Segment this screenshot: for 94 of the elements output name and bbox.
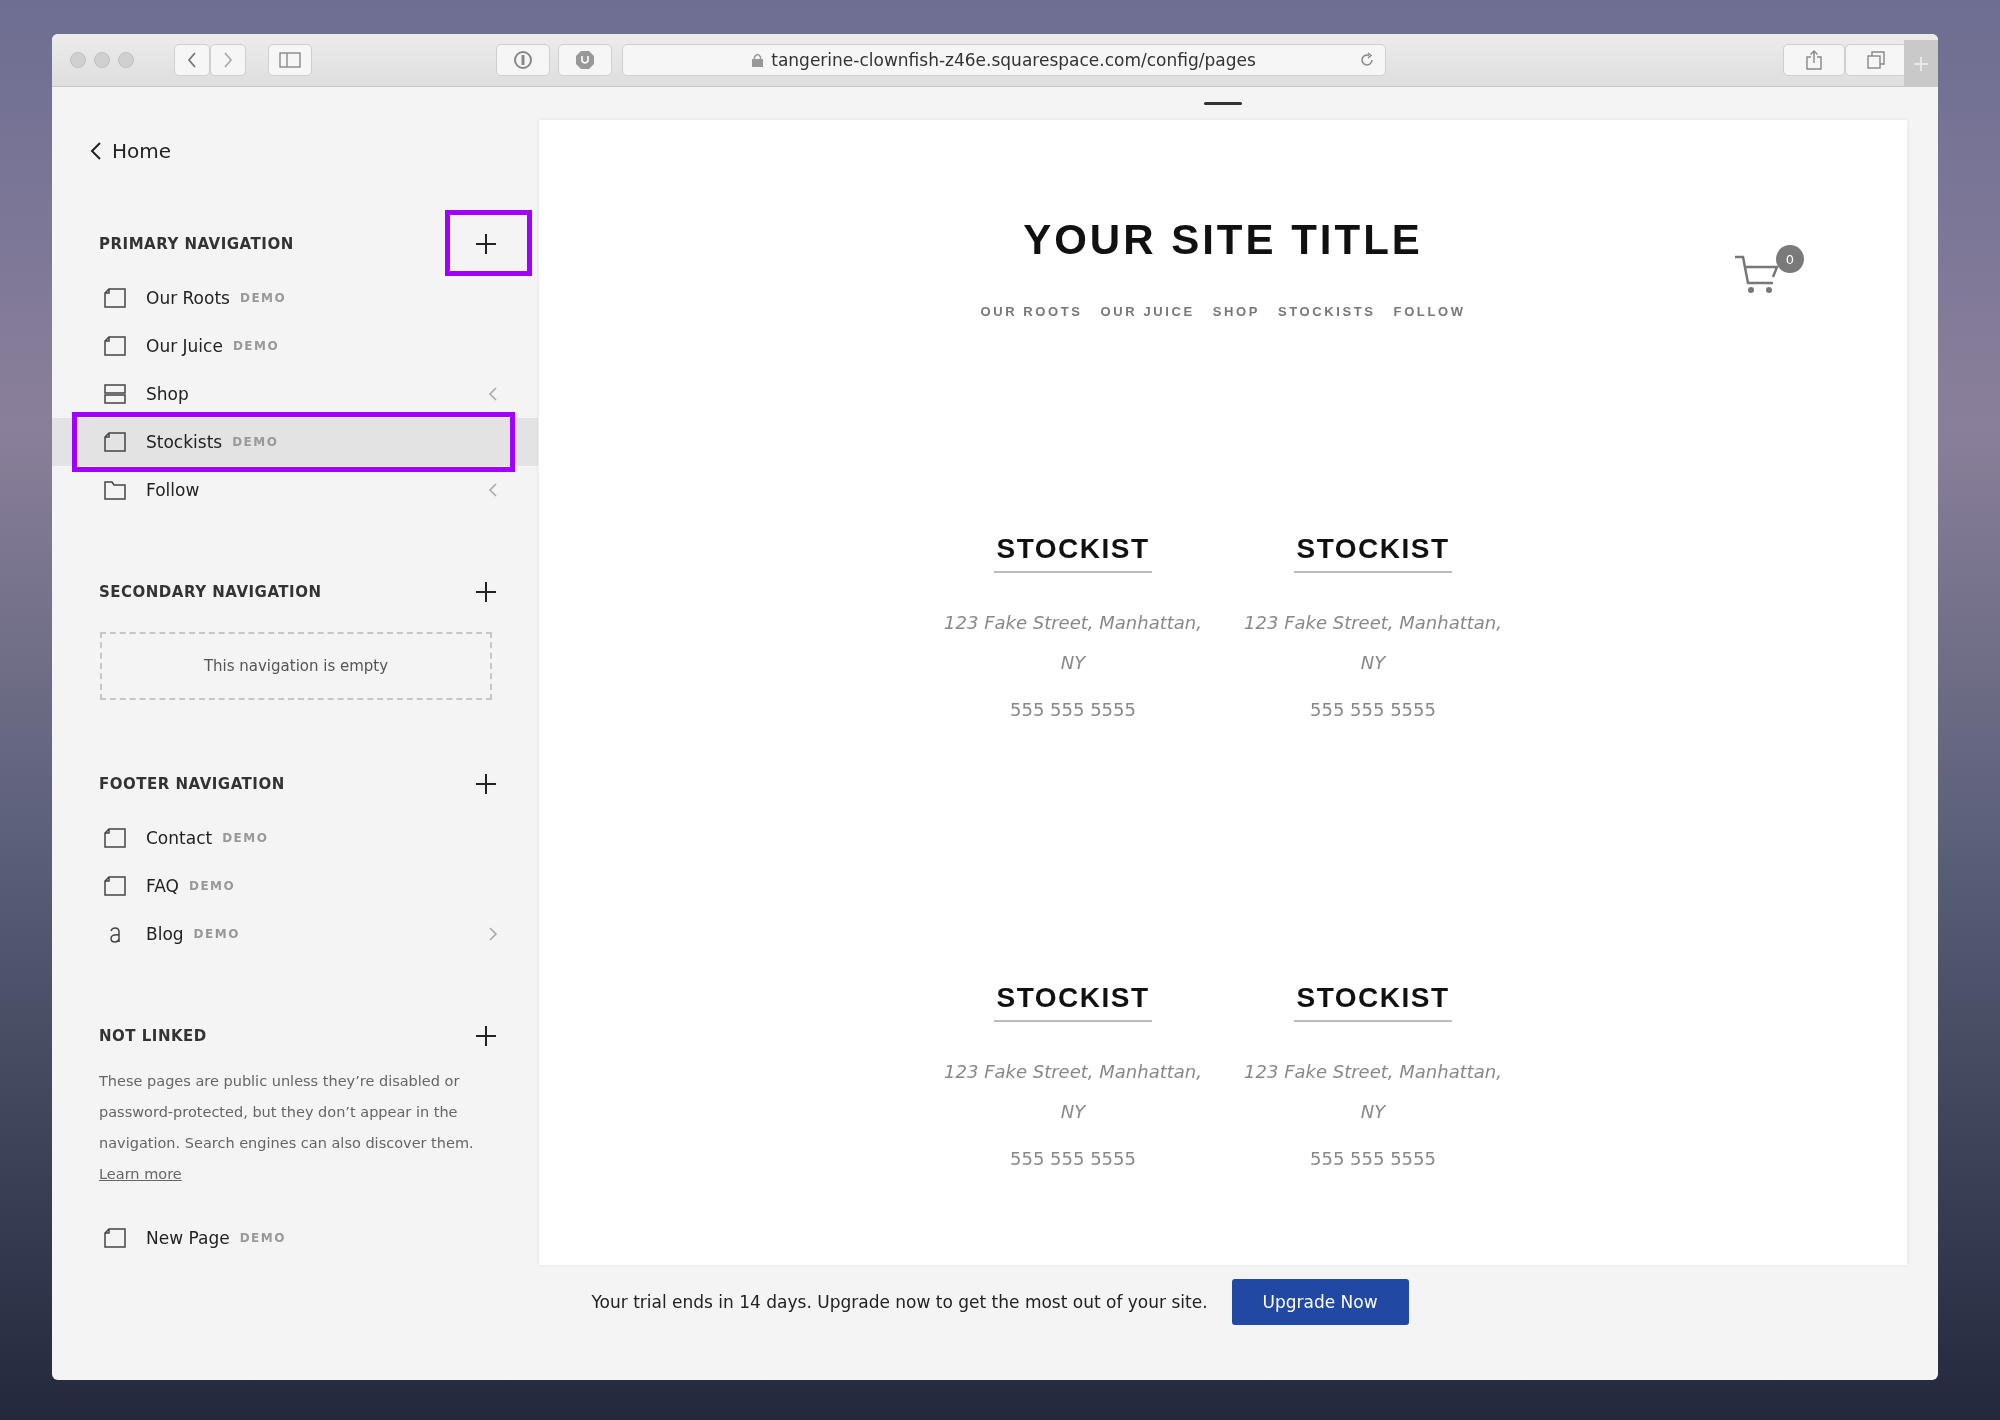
new-tab-button[interactable]	[1904, 40, 1938, 87]
demo-label: DEMO	[222, 831, 269, 845]
folder-icon	[104, 480, 126, 500]
site-nav-link[interactable]: STOCKISTS	[1278, 304, 1376, 319]
stacked-rows-icon	[104, 384, 126, 404]
demo-label: DEMO	[188, 879, 236, 893]
url-text: tangerine-clownfish-z46e.squarespace.com/config/pages	[771, 50, 1256, 70]
stockist-heading: STOCKIST	[1294, 982, 1452, 1022]
page-title: Contact	[146, 828, 213, 848]
plus-icon	[1913, 55, 1929, 72]
forward-button[interactable]	[210, 44, 246, 76]
page-icon	[104, 288, 126, 308]
stockist-phone: 555 555 5555	[1310, 699, 1436, 720]
page-title: Blog	[146, 924, 184, 944]
section-heading: FOOTER NAVIGATION	[99, 775, 285, 793]
plus-icon	[475, 233, 497, 255]
address-bar[interactable]: tangerine-clownfish-z46e.squarespace.com/config/pages	[622, 44, 1386, 76]
cart-count-badge: 0	[1776, 245, 1804, 273]
page-title: Follow	[146, 480, 200, 500]
demo-label: DEMO	[239, 1231, 286, 1245]
plus-icon	[475, 773, 497, 795]
sidebar-toggle-button[interactable]	[268, 44, 312, 76]
extension-button[interactable]	[496, 44, 550, 76]
stockist-phone: 555 555 5555	[1010, 1148, 1136, 1169]
page-title: New Page	[146, 1228, 230, 1248]
page-icon	[104, 828, 126, 848]
site-title: YOUR SITE TITLE	[1023, 215, 1423, 265]
section-heading: NOT LINKED	[99, 1027, 207, 1045]
page-list-item[interactable]: Shop	[52, 370, 538, 418]
section-heading: PRIMARY NAVIGATION	[99, 235, 294, 253]
tabs-icon	[1867, 51, 1885, 69]
tabs-overview-button[interactable]	[1845, 44, 1907, 76]
page-title: Our Roots	[146, 288, 230, 308]
chevron-right-icon	[224, 52, 233, 68]
reload-icon[interactable]	[1359, 52, 1375, 68]
close-button[interactable]	[70, 52, 86, 68]
circle-bar-icon	[513, 50, 533, 70]
page-list-item[interactable]: Follow	[52, 466, 538, 514]
stockist-address: 123 Fake Street, Manhattan, NY	[944, 1060, 1202, 1124]
back-link[interactable]: Home	[90, 136, 172, 166]
site-nav-link[interactable]: SHOP	[1212, 304, 1261, 319]
site-nav-link[interactable]: FOLLOW	[1393, 304, 1466, 319]
stockist-address: 123 Fake Street, Manhattan, NY	[944, 611, 1202, 675]
empty-message: This navigation is empty	[203, 657, 389, 675]
page-icon	[104, 432, 126, 452]
upgrade-button[interactable]: Upgrade Now	[1231, 1279, 1409, 1325]
extension-button[interactable]	[558, 44, 612, 76]
learn-more-link[interactable]: Learn more	[99, 1159, 182, 1190]
site-nav-link[interactable]: OUR JUICE	[1100, 304, 1195, 319]
octagon-u-icon	[575, 50, 595, 70]
demo-label: DEMO	[193, 927, 240, 941]
page-list-item[interactable]: Our Roots DEMO	[52, 274, 538, 322]
chevron-left-icon[interactable]	[488, 483, 498, 497]
chevron-left-icon[interactable]	[488, 387, 498, 401]
sidebar-icon	[279, 52, 301, 68]
stockist-address: 123 Fake Street, Manhattan, NY	[1244, 1060, 1502, 1124]
lock-icon	[752, 53, 764, 67]
page-list-item[interactable]: FAQ DEMO	[52, 862, 538, 910]
stockist-phone: 555 555 5555	[1310, 1148, 1436, 1169]
page-list-item[interactable]: Blog DEMO	[52, 910, 538, 958]
stockist-address: 123 Fake Street, Manhattan, NY	[1244, 611, 1502, 675]
demo-label: DEMO	[232, 339, 280, 353]
plus-icon	[475, 1025, 497, 1047]
page-list-item[interactable]: Our Juice DEMO	[52, 322, 538, 370]
plus-icon	[475, 581, 497, 603]
minimize-button[interactable]	[94, 52, 110, 68]
trial-message: Your trial ends in 14 days. Upgrade now to get the most out of your site.	[591, 1291, 1208, 1314]
drag-handle[interactable]	[1203, 102, 1242, 105]
page-icon	[104, 1228, 126, 1248]
back-button[interactable]	[174, 44, 210, 76]
stockist-heading: STOCKIST	[1294, 533, 1452, 573]
page-icon	[104, 336, 126, 356]
zoom-button[interactable]	[118, 52, 134, 68]
page-title: Our Juice	[146, 336, 223, 356]
demo-label: DEMO	[232, 435, 279, 449]
page-title: Shop	[146, 384, 189, 404]
chevron-left-icon	[90, 141, 102, 161]
site-nav-link[interactable]: OUR ROOTS	[980, 304, 1083, 319]
page-list-item[interactable]: Stockists DEMO	[52, 418, 538, 466]
section-description: These pages are public unless they’re disabled or password-protected, but they don’t appear in the navigation. Search engines can also discover them.	[99, 1072, 475, 1153]
page-list-item[interactable]: New Page DEMO	[52, 1214, 538, 1262]
chevron-left-icon	[187, 52, 196, 68]
stockist-phone: 555 555 5555	[1010, 699, 1136, 720]
demo-label: DEMO	[239, 291, 287, 305]
section-heading: SECONDARY NAVIGATION	[99, 583, 322, 601]
stockist-heading: STOCKIST	[994, 982, 1152, 1022]
chevron-right-icon[interactable]	[488, 927, 498, 941]
stockist-heading: STOCKIST	[994, 533, 1152, 573]
page-title: Stockists	[146, 432, 223, 452]
page-icon	[104, 876, 126, 896]
page-title: FAQ	[146, 876, 179, 896]
share-icon	[1806, 50, 1822, 70]
share-button[interactable]	[1783, 44, 1845, 76]
page-list-item[interactable]: Contact DEMO	[52, 814, 538, 862]
